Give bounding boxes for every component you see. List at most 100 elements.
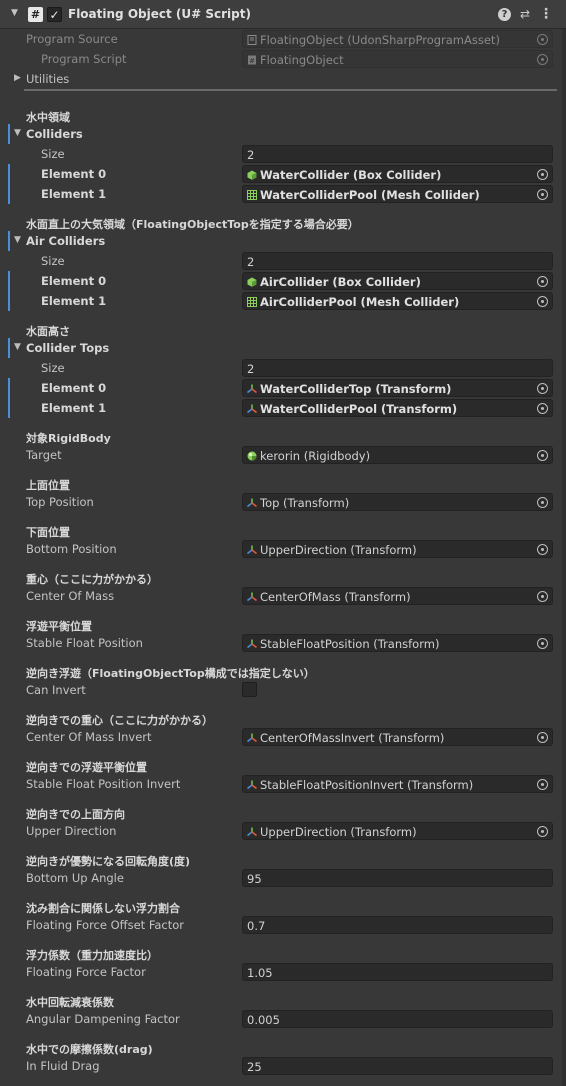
collider-tops-element-1-field[interactable]: WaterColliderPool (Transform) (242, 399, 553, 417)
program-source-row: Program Source FloatingObject (UdonSharp… (0, 29, 566, 49)
transform-icon (247, 639, 257, 649)
foldout-arrow-right-icon[interactable]: ▶ (14, 73, 21, 83)
object-picker-icon[interactable] (537, 276, 548, 287)
air-colliders-label: Air Colliders (26, 234, 106, 248)
property-heading: 対象RigidBody (0, 427, 566, 447)
colliders-size-row: Size 2 (0, 144, 566, 164)
element-value: WaterColliderTop (Transform) (260, 382, 452, 396)
scrollbar-track[interactable] (562, 29, 566, 1086)
center-of-mass-value: CenterOfMass (Transform) (260, 590, 411, 604)
floating-force-factor-input[interactable]: 1.05 (242, 963, 553, 981)
size-label: Size (41, 361, 65, 375)
collider-tops-size-input[interactable]: 2 (242, 359, 553, 377)
object-picker-icon[interactable] (537, 383, 548, 394)
air-colliders-foldout[interactable]: ▼ Air Colliders (0, 231, 566, 251)
collider-tops-size-row: Size 2 (0, 358, 566, 378)
air-colliders-element-1-field[interactable]: AirColliderPool (Mesh Collider) (242, 292, 553, 310)
object-picker-icon[interactable] (537, 189, 548, 200)
top-position-value: Top (Transform) (260, 496, 350, 510)
help-icon[interactable]: ? (498, 8, 511, 21)
element-label: Element 1 (41, 187, 107, 201)
air-colliders-heading: 水面直上の大気領域（FloatingObjectTopを指定する場合必要） (26, 218, 359, 231)
can-invert-checkbox[interactable] (242, 682, 257, 697)
colliders-element-1-field[interactable]: WaterColliderPool (Mesh Collider) (242, 185, 553, 203)
in-fluid-drag-label: In Fluid Drag (26, 1059, 100, 1073)
center-of-mass-invert-heading: 逆向きでの重心（ここに力がかかる） (26, 714, 213, 727)
bottom-position-label: Bottom Position (26, 542, 117, 556)
center-of-mass-row: Center Of Mass CenterOfMass (Transform) (0, 586, 566, 606)
element-label: Element 0 (41, 167, 107, 181)
collider-tops-element-1-row: Element 1 WaterColliderPool (Transform) (0, 398, 566, 418)
program-script-field[interactable]: # FloatingObject (242, 50, 553, 68)
component-title: Floating Object (U# Script) (68, 7, 251, 21)
colliders-size-input[interactable]: 2 (242, 145, 553, 163)
object-picker-icon[interactable] (537, 732, 548, 743)
element-value: WaterCollider (Box Collider) (260, 168, 442, 182)
property-heading: 逆向きが優勢になる回転角度(度) (0, 850, 566, 870)
stable-float-position-invert-field[interactable]: StableFloatPositionInvert (Transform) (242, 775, 553, 793)
in-fluid-drag-value: 25 (247, 1060, 262, 1074)
foldout-arrow-down-icon[interactable]: ▼ (11, 8, 18, 18)
more-options-icon[interactable]: ⋮ (538, 6, 554, 22)
object-picker-icon[interactable] (537, 403, 548, 414)
size-value: 2 (247, 362, 255, 376)
transform-icon (247, 592, 257, 602)
object-picker-icon[interactable] (537, 34, 548, 45)
top-position-row: Top Position Top (Transform) (0, 492, 566, 512)
object-picker-icon[interactable] (537, 54, 548, 65)
collider-tops-foldout[interactable]: ▼ Collider Tops (0, 338, 566, 358)
property-heading: 浮力係数（重力加速度比） (0, 944, 566, 964)
stable-float-position-heading: 浮遊平衡位置 (26, 620, 92, 633)
target-field[interactable]: kerorin (Rigidbody) (242, 446, 553, 464)
air-colliders-size-input[interactable]: 2 (242, 252, 553, 270)
object-picker-icon[interactable] (537, 591, 548, 602)
upper-direction-field[interactable]: UpperDirection (Transform) (242, 822, 553, 840)
floating-force-offset-row: Floating Force Offset Factor 0.7 (0, 915, 566, 935)
utilities-foldout[interactable]: ▶ Utilities (0, 69, 566, 89)
top-position-field[interactable]: Top (Transform) (242, 493, 553, 511)
foldout-arrow-down-icon[interactable]: ▼ (14, 235, 21, 245)
stable-float-position-value: StableFloatPosition (Transform) (260, 637, 440, 651)
stable-float-position-invert-label: Stable Float Position Invert (26, 777, 181, 791)
bottom-up-angle-row: Bottom Up Angle 95 (0, 868, 566, 888)
preset-icon[interactable]: ⇄ (517, 6, 533, 22)
center-of-mass-field[interactable]: CenterOfMass (Transform) (242, 587, 553, 605)
property-heading: 逆向きでの重心（ここに力がかかる） (0, 709, 566, 729)
angular-dampening-input[interactable]: 0.005 (242, 1010, 553, 1028)
enable-checkbox[interactable]: ✓ (47, 7, 62, 22)
floating-force-offset-input[interactable]: 0.7 (242, 916, 553, 934)
center-of-mass-invert-value: CenterOfMassInvert (Transform) (260, 731, 445, 745)
transform-icon (247, 498, 257, 508)
utilities-label: Utilities (26, 72, 70, 86)
in-fluid-drag-input[interactable]: 25 (242, 1057, 553, 1075)
svg-text:#: # (249, 57, 255, 65)
in-fluid-drag-heading: 水中での摩擦係数(drag) (26, 1043, 153, 1056)
bottom-up-angle-input[interactable]: 95 (242, 869, 553, 887)
element-label: Element 1 (41, 401, 107, 415)
object-picker-icon[interactable] (537, 638, 548, 649)
object-picker-icon[interactable] (537, 497, 548, 508)
program-source-field[interactable]: FloatingObject (UdonSharpProgramAsset) (242, 30, 553, 48)
center-of-mass-invert-field[interactable]: CenterOfMassInvert (Transform) (242, 728, 553, 746)
object-picker-icon[interactable] (537, 169, 548, 180)
collider-tops-element-0-field[interactable]: WaterColliderTop (Transform) (242, 379, 553, 397)
object-picker-icon[interactable] (537, 296, 548, 307)
colliders-foldout[interactable]: ▼ Colliders (0, 124, 566, 144)
center-of-mass-invert-row: Center Of Mass Invert CenterOfMassInvert… (0, 727, 566, 747)
object-picker-icon[interactable] (537, 544, 548, 555)
colliders-label: Colliders (26, 127, 83, 141)
stable-float-position-field[interactable]: StableFloatPosition (Transform) (242, 634, 553, 652)
bottom-position-field[interactable]: UpperDirection (Transform) (242, 540, 553, 558)
foldout-arrow-down-icon[interactable]: ▼ (14, 128, 21, 138)
transform-icon (247, 827, 257, 837)
air-colliders-element-1-row: Element 1 AirColliderPool (Mesh Collider… (0, 291, 566, 311)
transform-icon (247, 545, 257, 555)
object-picker-icon[interactable] (537, 826, 548, 837)
stable-float-position-label: Stable Float Position (26, 636, 143, 650)
angular-dampening-row: Angular Dampening Factor 0.005 (0, 1009, 566, 1029)
foldout-arrow-down-icon[interactable]: ▼ (14, 342, 21, 352)
object-picker-icon[interactable] (537, 450, 548, 461)
air-colliders-element-0-field[interactable]: AirCollider (Box Collider) (242, 272, 553, 290)
object-picker-icon[interactable] (537, 779, 548, 790)
colliders-element-0-field[interactable]: WaterCollider (Box Collider) (242, 165, 553, 183)
